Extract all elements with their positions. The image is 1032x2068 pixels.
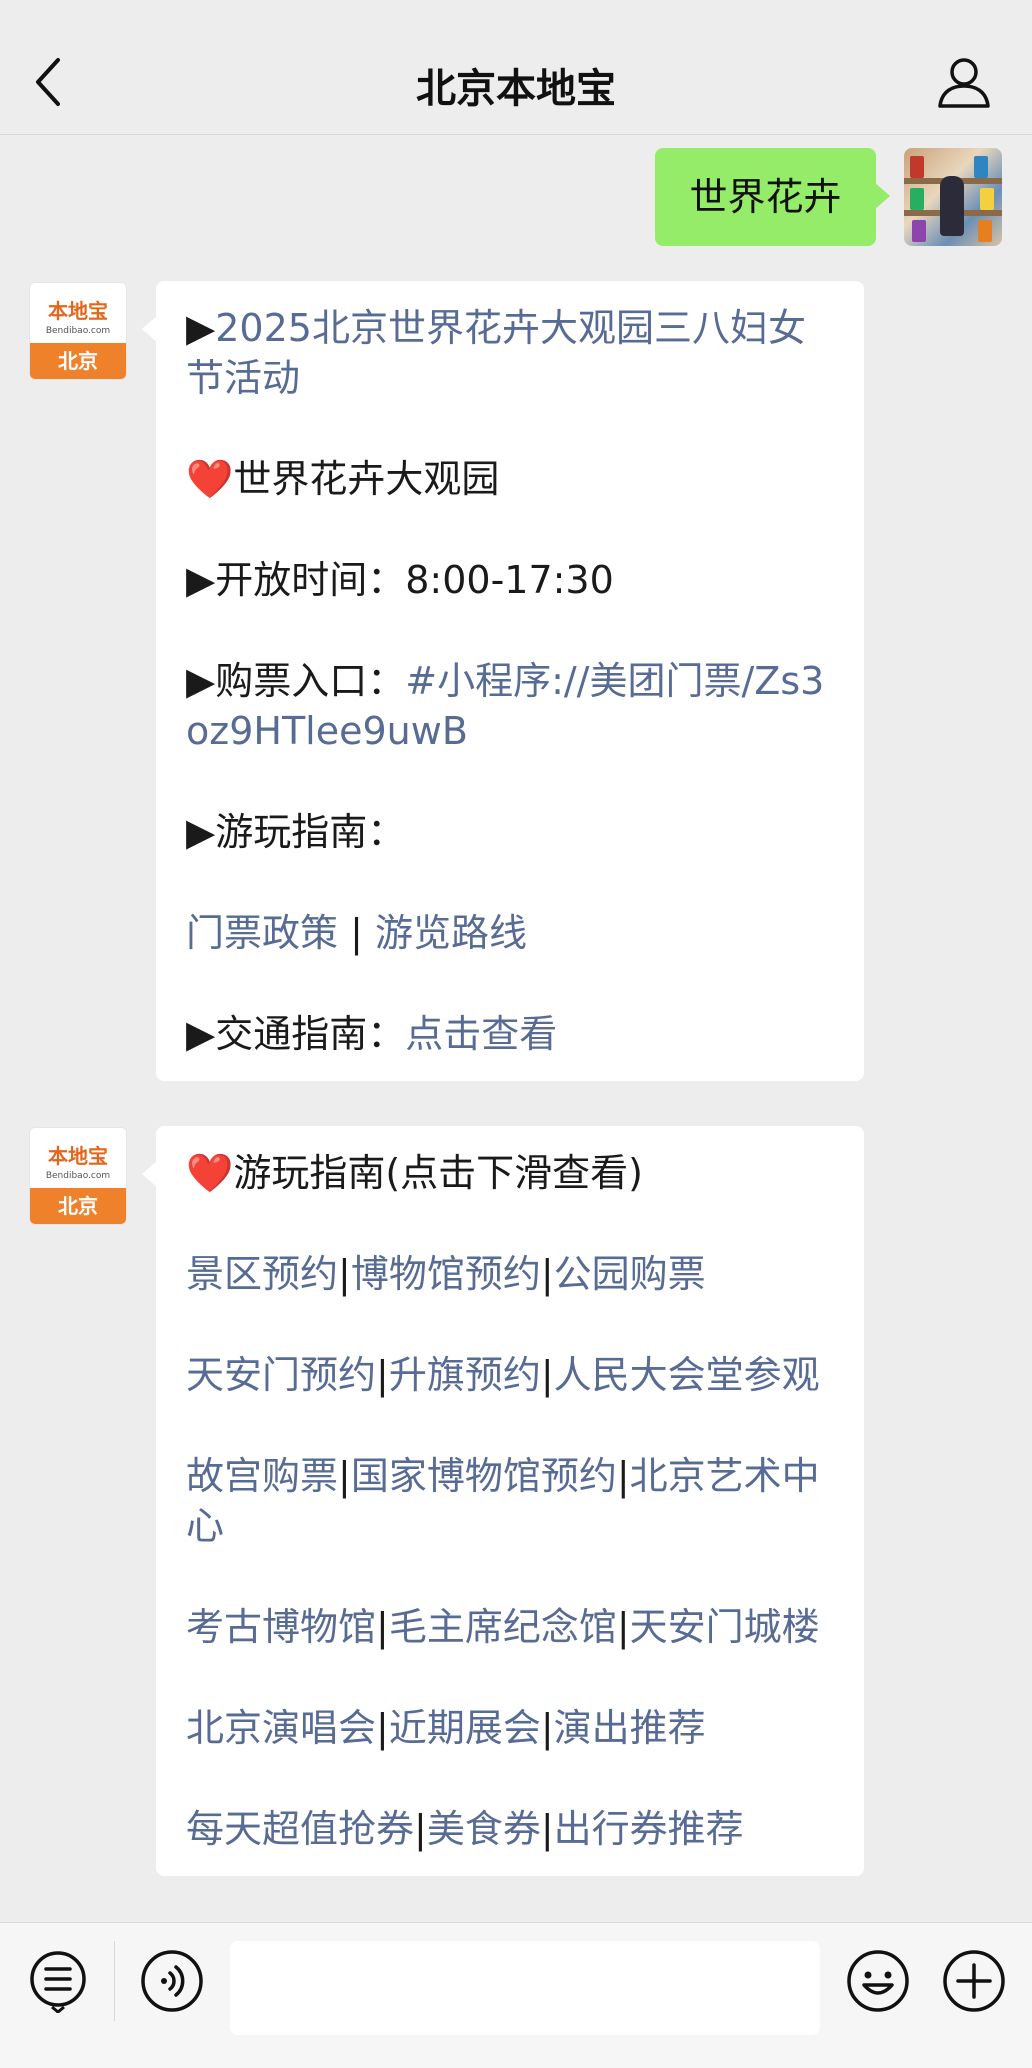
guide-link[interactable]: 每天超值抢券	[186, 1807, 414, 1851]
guide-link[interactable]: 北京演唱会	[186, 1706, 376, 1750]
guide-link[interactable]: 天安门预约	[186, 1353, 376, 1397]
avatar-city: 北京	[30, 343, 126, 379]
heart-icon: ❤️	[186, 457, 234, 501]
profile-button[interactable]	[936, 54, 992, 110]
event-line: ▶2025北京世界花卉大观园三八妇女节活动	[186, 306, 806, 400]
guide-link[interactable]: 出行券推荐	[554, 1807, 744, 1851]
chat-title: 北京本地宝	[416, 66, 616, 112]
user-avatar[interactable]	[904, 148, 1002, 246]
chat-header: 北京本地宝	[0, 0, 1032, 135]
voice-icon	[141, 1950, 203, 2012]
guide-link[interactable]: 演出推荐	[554, 1706, 706, 1750]
traffic-line: ▶交通指南：点击查看	[186, 1012, 558, 1056]
avatar-logo-sub: Bendibao.com	[45, 1171, 111, 1181]
guide-link[interactable]: 考古博物馆	[186, 1605, 376, 1649]
avatar-logo-sub: Bendibao.com	[45, 326, 111, 336]
guide-row: 每天超值抢券|美食券|出行券推荐	[186, 1807, 744, 1851]
guide-label-line: ▶游玩指南：	[186, 810, 406, 854]
guide-link[interactable]: 公园购票	[554, 1252, 706, 1296]
avatar-logo-text: 本地宝	[48, 1144, 108, 1168]
guide-link[interactable]: 故宫购票	[186, 1454, 338, 1498]
guide-row: 北京演唱会|近期展会|演出推荐	[186, 1706, 706, 1750]
guide-link[interactable]: 景区预约	[186, 1252, 338, 1296]
guide-row: 故宫购票|国家博物馆预约|北京艺术中心	[186, 1454, 820, 1548]
ticket-policy-link[interactable]: 门票政策	[186, 911, 338, 955]
divider	[114, 1941, 115, 2021]
heart-icon: ❤️	[186, 1151, 234, 1195]
emoji-button[interactable]	[846, 1949, 910, 2013]
event-link[interactable]: 2025北京世界花卉大观园三八妇女节活动	[186, 306, 806, 400]
traffic-link[interactable]: 点击查看	[405, 1012, 557, 1056]
guide-link[interactable]: 美食券	[427, 1807, 541, 1851]
list-menu-icon	[30, 1951, 86, 2014]
sent-message-bubble[interactable]: 世界花卉	[655, 148, 890, 246]
guide-link[interactable]: 人民大会堂参观	[554, 1353, 820, 1397]
bot-avatar[interactable]: 本地宝 Bendibao.com 北京	[29, 282, 127, 380]
plus-icon	[943, 1950, 1005, 2012]
guide-link[interactable]: 博物馆预约	[351, 1252, 541, 1296]
guide-link[interactable]: 升旗预约	[389, 1353, 541, 1397]
hours-line: ▶开放时间：8:00-17:30	[186, 558, 614, 602]
sent-message-row: 世界花卉	[0, 142, 1032, 246]
input-bar	[0, 1922, 1032, 2068]
guide-link[interactable]: 毛主席纪念馆	[389, 1605, 617, 1649]
message-input[interactable]	[230, 1941, 820, 2035]
guide-link[interactable]: 国家博物馆预约	[351, 1454, 617, 1498]
emoji-icon	[847, 1950, 909, 2012]
guide-link[interactable]: 天安门城楼	[630, 1605, 820, 1649]
message-bubble-2: ❤️游玩指南(点击下滑查看) 景区预约|博物馆预约|公园购票 天安门预约|升旗预…	[142, 1126, 864, 1876]
message-bubble-1: ▶2025北京世界花卉大观园三八妇女节活动 ❤️世界花卉大观园 ▶开放时间：8:…	[142, 281, 864, 1081]
avatar-logo-text: 本地宝	[48, 299, 108, 323]
venue-line: ❤️世界花卉大观园	[186, 457, 500, 501]
guide-heading: ❤️游玩指南(点击下滑查看)	[186, 1151, 643, 1195]
guide-row: 考古博物馆|毛主席纪念馆|天安门城楼	[186, 1605, 820, 1649]
avatar-city: 北京	[30, 1188, 126, 1224]
route-link[interactable]: 游览路线	[375, 911, 527, 955]
message-list[interactable]: 世界花卉 本地宝 Bendibao.com 北京 ▶2025北京世界花卉大观园三…	[0, 136, 1032, 1922]
ticket-line: ▶购票入口：#小程序://美团门票/Zs3oz9HTlee9uwB	[186, 659, 825, 753]
voice-button[interactable]	[140, 1949, 204, 2013]
more-button[interactable]	[942, 1949, 1006, 2013]
guide-links-line: 门票政策 | 游览路线	[186, 911, 527, 955]
person-icon	[938, 58, 990, 108]
menu-button[interactable]	[26, 1949, 90, 2014]
guide-link[interactable]: 近期展会	[389, 1706, 541, 1750]
guide-row: 天安门预约|升旗预约|人民大会堂参观	[186, 1353, 820, 1397]
bot-avatar[interactable]: 本地宝 Bendibao.com 北京	[29, 1127, 127, 1225]
guide-row: 景区预约|博物馆预约|公园购票	[186, 1252, 706, 1296]
